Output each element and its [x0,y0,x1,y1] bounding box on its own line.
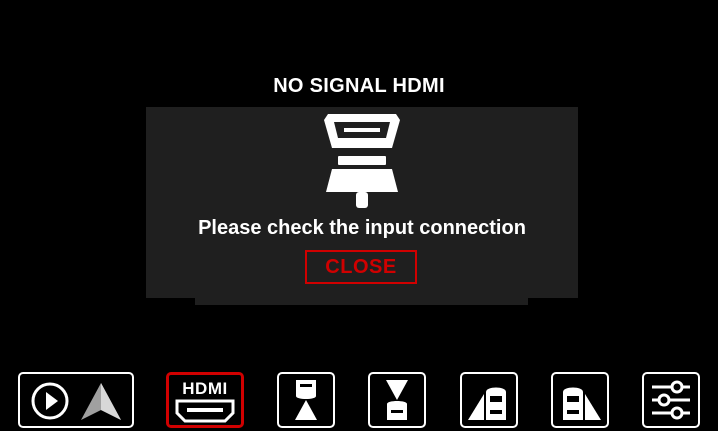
front-camera-icon [295,380,317,420]
left-camera-icon [468,387,506,420]
right-camera-button[interactable] [551,372,609,428]
hdmi-port-icon [175,399,235,423]
left-camera-button[interactable] [460,372,518,428]
rear-camera-button[interactable] [368,372,426,428]
rear-camera-icon [386,380,408,420]
hdmi-source-button[interactable]: HDMI [166,372,244,428]
settings-button[interactable] [642,372,700,428]
input-connection-message: Please check the input connection [198,217,526,239]
page-title: NO SIGNAL HDMI [273,75,445,97]
settings-sliders-icon [652,380,690,420]
front-camera-button[interactable] [277,372,335,428]
dialog-panel-foot [195,290,528,305]
hdmi-connector-icon [324,114,400,208]
carplay-android-auto-button[interactable] [18,372,134,428]
play-navigation-icon [31,382,121,420]
close-button[interactable]: CLOSE [305,250,417,284]
right-camera-icon [563,387,601,420]
